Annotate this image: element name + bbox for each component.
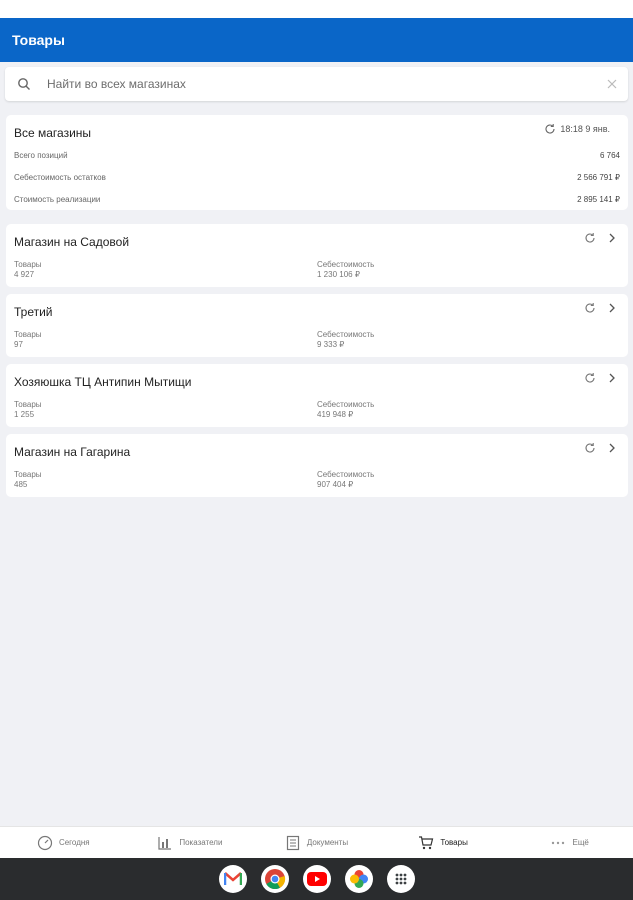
chevron-right-icon[interactable] [606, 232, 618, 244]
store-name: Хозяюшка ТЦ Антипин Мытищи [14, 375, 192, 389]
goods-label: Товары [14, 260, 42, 269]
store-card[interactable]: Хозяюшка ТЦ Антипин Мытищи Товары 1 255 … [6, 364, 628, 427]
summary-value: 2 566 791 ₽ [577, 173, 620, 182]
store-cost: Себестоимость 1 230 106 ₽ [317, 260, 374, 280]
cost-value: 907 404 ₽ [317, 480, 354, 489]
store-cost: Себестоимость 9 333 ₽ [317, 330, 374, 350]
store-goods: Товары 485 [14, 470, 42, 490]
nav-label: Документы [306, 838, 349, 847]
cost-value: 9 333 ₽ [317, 340, 345, 349]
cart-icon [418, 835, 434, 851]
more-icon [550, 835, 566, 851]
cost-value: 1 230 106 ₽ [317, 270, 360, 279]
summary-row-sales-value: Стоимость реализации 2 895 141 ₽ [14, 195, 620, 204]
bottom-navigation: Сегодня Показатели Документы Товары Ещё [0, 826, 633, 858]
summary-label: Всего позиций [14, 151, 68, 160]
search-bar[interactable] [5, 67, 628, 101]
summary-title: Все магазины [14, 126, 92, 140]
cost-label: Себестоимость [317, 330, 375, 339]
summary-label: Себестоимость остатков [14, 173, 106, 182]
store-card[interactable]: Магазин на Садовой Товары 4 927 Себестои… [6, 224, 628, 287]
summary-label: Стоимость реализации [14, 195, 101, 204]
nav-label: Сегодня [58, 838, 90, 847]
cost-label: Себестоимость [317, 400, 375, 409]
page-title: Товары [12, 32, 65, 48]
nav-item-goods[interactable]: Товары [380, 827, 507, 858]
nav-item-indicators[interactable]: Показатели [127, 827, 254, 858]
sync-icon[interactable] [584, 442, 596, 454]
store-card[interactable]: Магазин на Гагарина Товары 485 Себестоим… [6, 434, 628, 497]
store-name: Магазин на Гагарина [14, 445, 131, 459]
sync-icon[interactable] [584, 372, 596, 384]
all-stores-summary-card[interactable]: Все магазины 18:18 9 янв. Всего позиций … [6, 115, 628, 210]
goods-value: 485 [14, 480, 28, 489]
goods-value: 1 255 [14, 410, 35, 419]
chevron-right-icon[interactable] [606, 442, 618, 454]
gauge-icon [37, 835, 53, 851]
store-cost: Себестоимость 419 948 ₽ [317, 400, 374, 420]
search-input[interactable] [47, 77, 606, 91]
nav-item-today[interactable]: Сегодня [0, 827, 127, 858]
cost-value: 419 948 ₽ [317, 410, 354, 419]
store-goods: Товары 4 927 [14, 260, 42, 280]
nav-label: Показатели [179, 838, 223, 847]
store-goods: Товары 1 255 [14, 400, 42, 420]
sync-icon [544, 123, 556, 135]
sync-icon[interactable] [584, 232, 596, 244]
document-icon [285, 835, 301, 851]
summary-row-total-items: Всего позиций 6 764 [14, 151, 620, 160]
summary-value: 6 764 [599, 151, 620, 160]
chrome-icon[interactable] [260, 865, 289, 893]
chevron-right-icon[interactable] [606, 372, 618, 384]
store-card[interactable]: Третий Товары 97 Себестоимость 9 333 ₽ [6, 294, 628, 357]
goods-label: Товары [14, 400, 42, 409]
nav-label: Товары [440, 838, 468, 847]
search-icon [17, 77, 31, 91]
sync-status[interactable]: 18:18 9 янв. [544, 123, 610, 135]
sync-time: 18:18 9 янв. [560, 124, 610, 134]
sync-icon[interactable] [584, 302, 596, 314]
cost-label: Себестоимость [317, 260, 375, 269]
clear-icon[interactable] [606, 78, 618, 90]
app-drawer-icon[interactable] [386, 865, 415, 893]
summary-value: 2 895 141 ₽ [577, 195, 620, 204]
youtube-icon[interactable] [302, 865, 331, 893]
photos-icon[interactable] [344, 865, 373, 893]
store-cost: Себестоимость 907 404 ₽ [317, 470, 374, 490]
gmail-icon[interactable] [218, 865, 247, 893]
status-bar [0, 0, 633, 18]
system-dock [0, 858, 633, 900]
goods-value: 97 [14, 340, 23, 349]
nav-label: Ещё [572, 838, 589, 847]
nav-item-more[interactable]: Ещё [506, 827, 633, 858]
store-name: Магазин на Садовой [14, 235, 130, 249]
store-name: Третий [14, 305, 53, 319]
cost-label: Себестоимость [317, 470, 375, 479]
goods-value: 4 927 [14, 270, 35, 279]
goods-label: Товары [14, 470, 42, 479]
nav-item-documents[interactable]: Документы [253, 827, 380, 858]
goods-label: Товары [14, 330, 42, 339]
store-goods: Товары 97 [14, 330, 42, 350]
bar-chart-icon [157, 835, 173, 851]
chevron-right-icon[interactable] [606, 302, 618, 314]
app-bar: Товары [0, 18, 633, 62]
summary-row-stock-cost: Себестоимость остатков 2 566 791 ₽ [14, 173, 620, 182]
